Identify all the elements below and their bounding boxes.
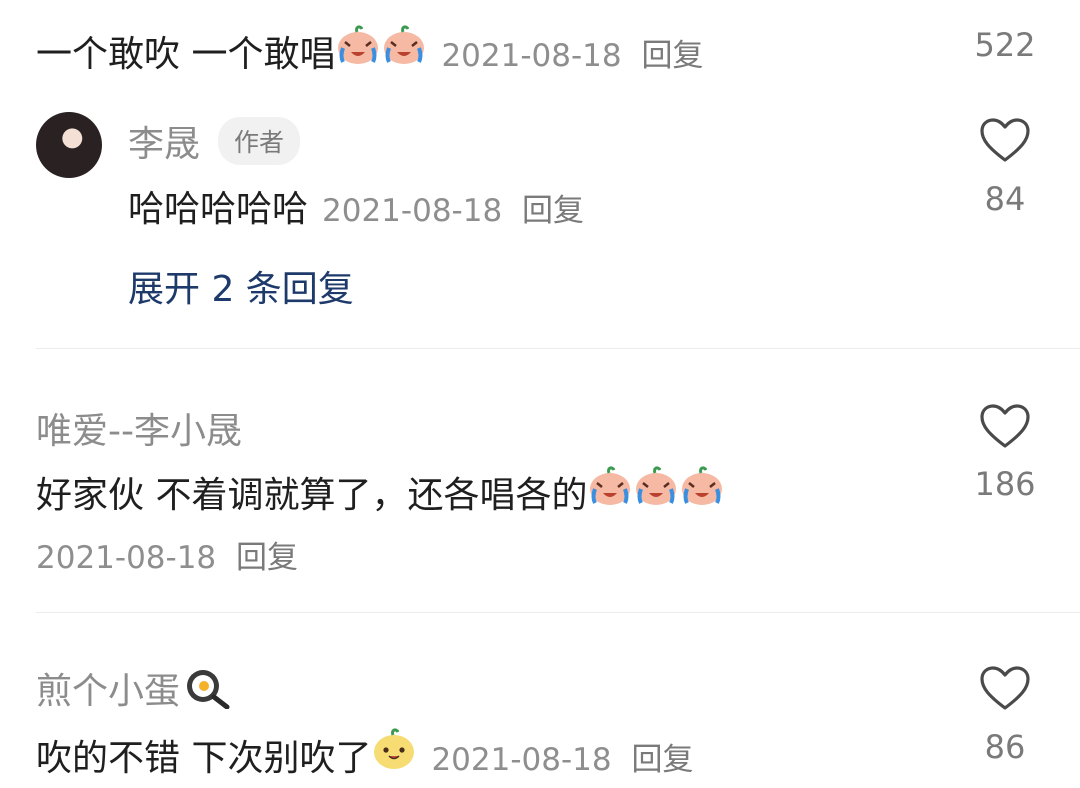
crying-face-icon [633,465,679,507]
comment-2-header: 李晟 作者 [128,115,301,167]
avatar[interactable] [36,112,102,178]
comment-2-body: 哈哈哈哈哈 2021-08-18 回复 [128,180,584,232]
comment-2-like-count: 84 [984,180,1026,218]
comment-1-like-count: 522 [974,26,1036,64]
comment-4-username[interactable]: 煎个小蛋 [36,662,180,714]
crying-face-icon [381,24,427,66]
comment-1-body: 一个敢吹 一个敢唱 2021-08-18 回复 [36,24,703,77]
comment-4-date: 2021-08-18 [431,742,612,778]
heart-icon[interactable] [979,665,1031,711]
comment-3-text: 好家伙 不着调就算了，还各唱各的 [36,475,588,516]
comment-4-header: 煎个小蛋 [36,662,230,714]
divider [36,612,1080,613]
comment-1-date: 2021-08-18 [441,38,622,74]
comment-3-reply-button[interactable]: 回复 [236,540,298,576]
frying-pan-egg-icon [184,667,230,709]
smiling-face-icon [371,728,417,770]
author-badge: 作者 [218,117,301,165]
comment-4-like-count: 86 [984,728,1026,766]
heart-icon[interactable] [979,403,1031,449]
comment-2-date: 2021-08-18 [322,193,503,229]
heart-icon[interactable] [979,117,1031,163]
comment-2-username[interactable]: 李晟 [128,115,200,167]
comment-3-body: 好家伙 不着调就算了，还各唱各的 [36,465,725,518]
expand-replies-button[interactable]: 展开 2 条回复 [128,260,354,312]
comment-4-body: 吹的不错 下次别吹了 2021-08-18 回复 [36,728,693,781]
crying-face-icon [335,24,381,66]
crying-face-icon [587,465,633,507]
comment-3-date: 2021-08-18 [36,540,217,576]
comment-1-text: 一个敢吹 一个敢唱 [36,34,336,75]
comment-2-text: 哈哈哈哈哈 [128,189,309,230]
divider [36,348,1080,349]
comment-4-text: 吹的不错 下次别吹了 [36,738,372,779]
crying-face-icon [679,465,725,507]
comment-3-username[interactable]: 唯爱--李小晟 [36,402,242,454]
comment-1-reply-button[interactable]: 回复 [641,38,703,74]
comment-4-reply-button[interactable]: 回复 [631,742,693,778]
comment-3-meta: 2021-08-18 回复 [36,532,298,577]
comment-2-reply-button[interactable]: 回复 [522,193,584,229]
comment-3-like-count: 186 [974,465,1036,503]
